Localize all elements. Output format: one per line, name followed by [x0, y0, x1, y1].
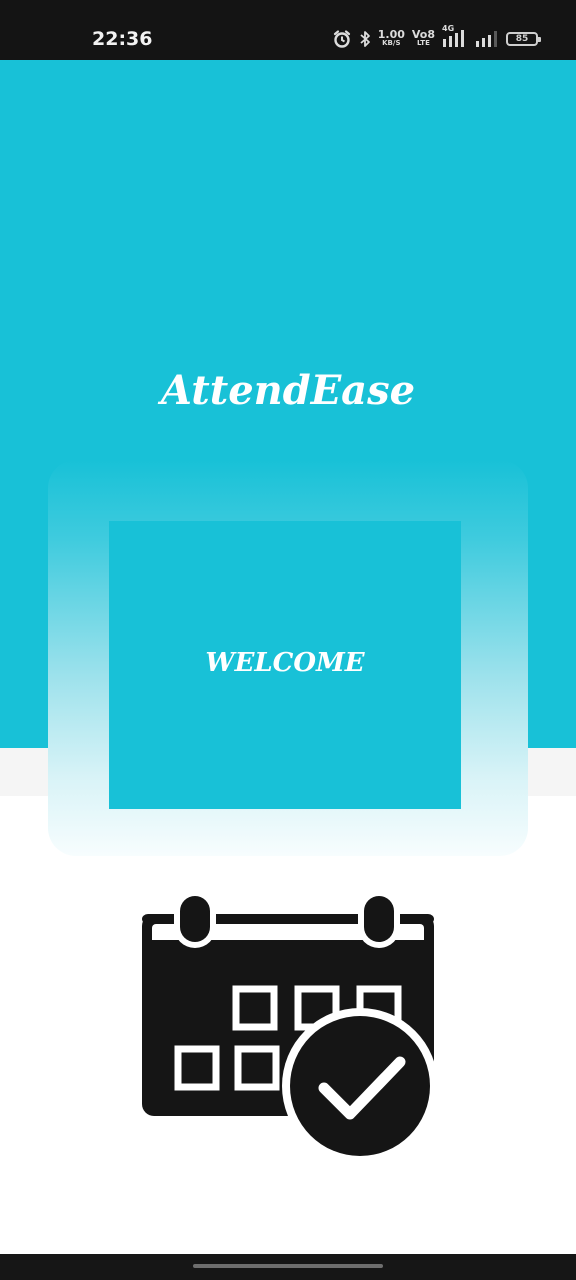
status-time: 22:36	[92, 28, 153, 50]
network-type-label: 4G	[442, 24, 455, 33]
volte-indicator: Vo8 LTE	[411, 28, 435, 48]
navigation-bar	[0, 1254, 576, 1280]
calendar-check-icon	[138, 888, 440, 1164]
bluetooth-icon	[359, 29, 371, 49]
app-screen: 22:36 1.00 KB/S Vo8 LTE 4G 85 AttendEase…	[0, 0, 576, 1280]
status-bar: 22:36 1.00 KB/S Vo8 LTE 4G 85	[0, 0, 576, 60]
battery-level: 85	[515, 34, 529, 44]
network-speed: 1.00 KB/S	[377, 28, 405, 48]
network-speed-value: 1.00	[377, 28, 405, 41]
signal-icon	[475, 29, 499, 49]
volte-bottom: LTE	[417, 39, 430, 47]
status-icons: 1.00 KB/S Vo8 LTE 4G 85	[332, 24, 541, 50]
home-indicator[interactable]	[193, 1264, 383, 1268]
app-title: AttendEase	[160, 367, 416, 414]
signal-icon: 4G	[442, 24, 468, 49]
welcome-card: WELCOME	[109, 521, 461, 809]
alarm-icon	[332, 29, 352, 49]
welcome-label: WELCOME	[205, 648, 365, 678]
battery-icon: 85	[506, 32, 541, 46]
network-speed-unit: KB/S	[382, 39, 401, 47]
volte-top: Vo8	[411, 28, 435, 41]
